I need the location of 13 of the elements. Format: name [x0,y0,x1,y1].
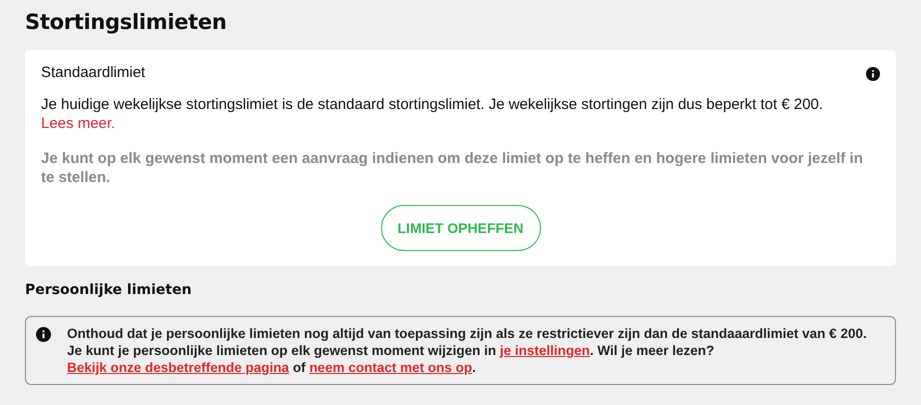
section-title: Persoonlijke limieten [25,282,193,298]
info-icon [866,66,880,80]
link[interactable]: je instellingen [500,343,590,358]
note-text: Je kunt op elk gewenst moment een aanvraag indienen om deze limiet op te heffen en hogere limieten voor jezelf in te stellen. [41,149,864,187]
notice-text: Onthoud dat je persoonlijke limieten nog altijd van toepassing zijn als ze restrictiever zijn dan de standaaardlimiet van € 200. Je kunt je persoonlijke limieten op elk gewenst moment wijzigen in je instellingen. Wil je meer lezen? Bekijk onze desbetreffende pagina of neem contact met ons op. [67,325,868,376]
limit-description: Je huidige wekelijkse stortingslimiet is de standaard stortingslimiet. Je wekelijkse stortingen zijn dus beperkt tot € 200. Lees meer. [41,95,824,133]
link[interactable]: Lees meer. [41,115,116,132]
info-icon [36,327,51,342]
link[interactable]: neem contact met ons op [309,360,472,375]
lift-limit-button[interactable]: LIMIET OPHEFFEN [380,205,540,251]
page-title: Stortingslimieten [25,10,228,34]
card-title: Standaardlimiet [41,64,146,81]
link[interactable]: Bekijk onze desbetreffende pagina [67,360,290,375]
